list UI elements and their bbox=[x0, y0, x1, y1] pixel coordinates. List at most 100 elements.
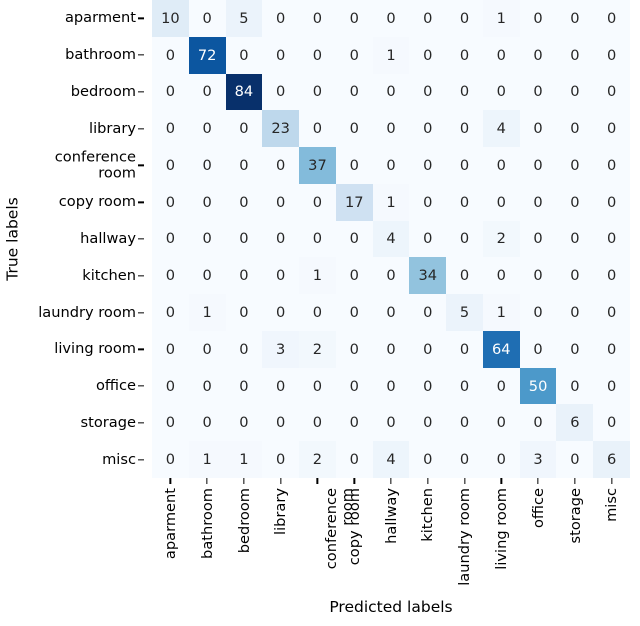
matrix-cell: 0 bbox=[372, 404, 410, 442]
matrix-cell: 2 bbox=[299, 330, 336, 368]
y-tick-label: copy room bbox=[58, 193, 136, 211]
matrix-cell: 0 bbox=[152, 367, 189, 405]
matrix-cell: 4 bbox=[372, 441, 410, 478]
matrix-cell: 0 bbox=[482, 257, 520, 295]
y-tick-mark bbox=[138, 422, 144, 424]
matrix-cell: 1 bbox=[299, 257, 336, 295]
matrix-cell: 34 bbox=[409, 257, 447, 295]
matrix-cell: 0 bbox=[299, 73, 336, 111]
matrix-cell: 6 bbox=[593, 441, 630, 478]
matrix-cell: 0 bbox=[188, 257, 226, 295]
matrix-cell: 6 bbox=[556, 404, 594, 442]
y-tick-mark bbox=[138, 164, 144, 167]
matrix-cell: 0 bbox=[593, 36, 630, 74]
x-tick-label: office bbox=[529, 488, 547, 529]
matrix-cell: 0 bbox=[482, 404, 520, 442]
matrix-cell: 0 bbox=[519, 330, 557, 368]
matrix-cell: 0 bbox=[372, 73, 410, 111]
matrix-cell: 1 bbox=[482, 0, 520, 37]
x-tick-mark bbox=[280, 478, 282, 484]
matrix-cell: 0 bbox=[225, 36, 263, 74]
matrix-cell: 0 bbox=[152, 147, 189, 184]
x-tick-label: library bbox=[272, 488, 290, 535]
matrix-cell: 0 bbox=[225, 294, 263, 331]
matrix-cell: 0 bbox=[335, 0, 373, 37]
y-tick-mark bbox=[138, 91, 144, 93]
matrix-cell: 0 bbox=[519, 404, 557, 442]
y-tick-mark bbox=[138, 201, 144, 203]
matrix-cell: 0 bbox=[593, 330, 630, 368]
matrix-cell: 0 bbox=[446, 0, 483, 37]
x-tick-label: kitchen bbox=[419, 488, 437, 542]
x-tick-mark bbox=[610, 478, 613, 484]
matrix-cell: 0 bbox=[262, 73, 300, 111]
matrix-cell: 0 bbox=[482, 183, 520, 221]
matrix-cell: 0 bbox=[262, 367, 300, 405]
matrix-cell: 0 bbox=[372, 257, 410, 295]
x-tick-mark bbox=[537, 478, 539, 484]
matrix-cell: 0 bbox=[593, 110, 630, 148]
matrix-cell: 0 bbox=[299, 294, 336, 331]
x-tick-label: living room bbox=[493, 488, 510, 570]
x-tick-label: bathroom bbox=[198, 488, 216, 559]
matrix-cell: 0 bbox=[409, 73, 447, 111]
matrix-cell: 0 bbox=[593, 367, 630, 405]
matrix-cell: 0 bbox=[446, 36, 483, 74]
matrix-cell: 0 bbox=[593, 0, 630, 37]
matrix-cell: 0 bbox=[556, 147, 594, 184]
matrix-cell: 1 bbox=[225, 441, 263, 478]
matrix-cell: 0 bbox=[152, 404, 189, 442]
matrix-cell: 0 bbox=[409, 110, 447, 148]
y-tick-label: misc bbox=[102, 450, 136, 468]
matrix-cell: 0 bbox=[593, 147, 630, 184]
matrix-cell: 84 bbox=[225, 73, 263, 111]
matrix-cell: 0 bbox=[335, 110, 373, 148]
matrix-cell: 0 bbox=[409, 147, 447, 184]
matrix-cell: 0 bbox=[556, 220, 594, 258]
matrix-cell: 0 bbox=[188, 73, 226, 111]
x-tick-label: bedroom bbox=[235, 488, 253, 554]
matrix-cell: 17 bbox=[335, 183, 373, 221]
matrix-cell: 0 bbox=[519, 257, 557, 295]
y-tick-label: bathroom bbox=[65, 46, 136, 64]
matrix-cell: 0 bbox=[482, 441, 520, 478]
matrix-cell: 0 bbox=[556, 110, 594, 148]
matrix-cell: 0 bbox=[409, 294, 447, 331]
matrix-cell: 0 bbox=[262, 441, 300, 478]
y-tick-mark bbox=[138, 54, 144, 56]
matrix-cell: 3 bbox=[519, 441, 557, 478]
matrix-cell: 0 bbox=[372, 294, 410, 331]
y-tick-label: laundry room bbox=[38, 303, 136, 321]
x-tick-mark bbox=[353, 478, 355, 484]
x-tick-mark bbox=[463, 478, 466, 484]
matrix-cell: 50 bbox=[519, 367, 557, 405]
matrix-cell: 0 bbox=[225, 404, 263, 442]
matrix-cell: 0 bbox=[152, 110, 189, 148]
matrix-cell: 23 bbox=[262, 110, 300, 148]
matrix-cell: 0 bbox=[262, 294, 300, 331]
x-tick-mark bbox=[427, 478, 429, 484]
matrix-cell: 0 bbox=[593, 257, 630, 295]
matrix-cell: 0 bbox=[152, 441, 189, 478]
matrix-cell: 0 bbox=[446, 183, 483, 221]
matrix-cell: 1 bbox=[372, 183, 410, 221]
matrix-cell: 0 bbox=[519, 294, 557, 331]
matrix-cell: 0 bbox=[262, 183, 300, 221]
matrix-cell: 1 bbox=[372, 36, 410, 74]
matrix-cell: 0 bbox=[409, 441, 447, 478]
y-tick-label: living room bbox=[54, 340, 136, 358]
matrix-cell: 0 bbox=[409, 330, 447, 368]
x-tick-label: aparment bbox=[162, 488, 180, 560]
y-tick-mark bbox=[138, 458, 144, 461]
matrix-cell: 1 bbox=[482, 294, 520, 331]
y-tick-mark bbox=[138, 238, 144, 240]
confusion-matrix-figure: True labels aparment bathroom bedroom libra… bbox=[0, 0, 640, 626]
matrix-cell: 1 bbox=[188, 441, 226, 478]
matrix-cell: 0 bbox=[262, 0, 300, 37]
matrix-cell: 0 bbox=[152, 294, 189, 331]
matrix-cell: 0 bbox=[446, 147, 483, 184]
matrix-cell: 0 bbox=[188, 0, 226, 37]
matrix-cell: 5 bbox=[225, 0, 263, 37]
matrix-cell: 0 bbox=[372, 0, 410, 37]
x-axis-tick-labels: aparment bathroom bedroom library conference… bbox=[152, 478, 630, 598]
